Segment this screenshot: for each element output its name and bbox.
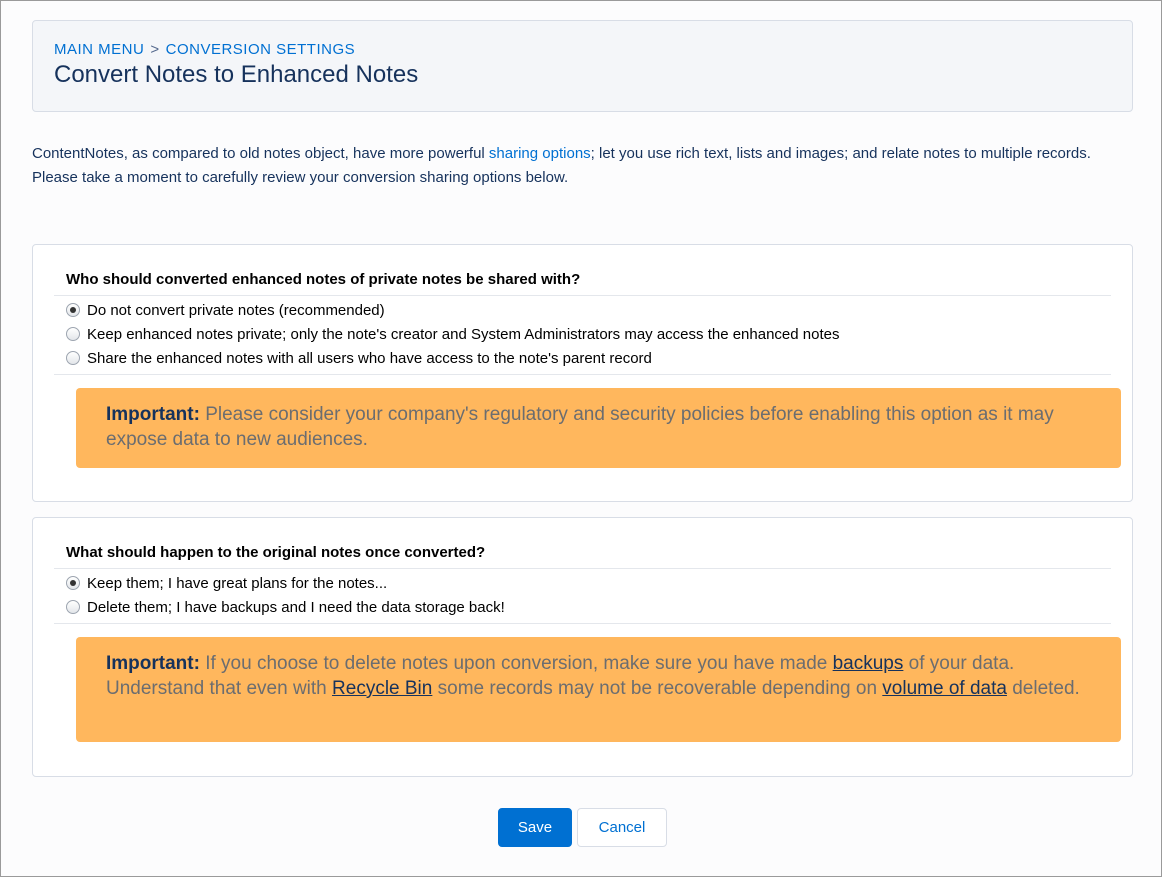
- radio-label: Keep enhanced notes private; only the no…: [87, 325, 840, 343]
- radio-button[interactable]: [66, 351, 80, 365]
- radio-option-keep-private[interactable]: Keep enhanced notes private; only the no…: [66, 322, 839, 346]
- radio-option-do-not-convert[interactable]: Do not convert private notes (recommende…: [66, 298, 839, 322]
- cancel-button[interactable]: Cancel: [577, 808, 667, 847]
- radio-option-delete-them[interactable]: Delete them; I have backups and I need t…: [66, 595, 505, 619]
- section-question: Who should converted enhanced notes of p…: [66, 271, 581, 288]
- original-notes-section: What should happen to the original notes…: [32, 517, 1133, 777]
- divider: [54, 623, 1111, 624]
- volume-of-data-link[interactable]: volume of data: [882, 678, 1007, 699]
- breadcrumb-separator: >: [150, 41, 160, 58]
- divider: [54, 374, 1111, 375]
- breadcrumb-main-menu[interactable]: MAIN MENU: [54, 41, 144, 58]
- radio-button[interactable]: [66, 327, 80, 341]
- radio-label: Share the enhanced notes with all users …: [87, 349, 652, 367]
- breadcrumb-conversion-settings[interactable]: CONVERSION SETTINGS: [166, 41, 356, 58]
- page-header: MAIN MENU > CONVERSION SETTINGS Convert …: [32, 20, 1133, 112]
- radio-button[interactable]: [66, 303, 80, 317]
- intro-line-1: ContentNotes, as compared to old notes o…: [32, 145, 1091, 162]
- radio-button[interactable]: [66, 600, 80, 614]
- radio-group-original-notes: Keep them; I have great plans for the no…: [66, 571, 505, 619]
- radio-option-share-all[interactable]: Share the enhanced notes with all users …: [66, 346, 839, 370]
- sharing-options-link[interactable]: sharing options: [489, 145, 591, 162]
- radio-label: Keep them; I have great plans for the no…: [87, 574, 388, 592]
- section-question: What should happen to the original notes…: [66, 544, 486, 561]
- intro-line-2: Please take a moment to carefully review…: [32, 169, 569, 186]
- breadcrumb: MAIN MENU > CONVERSION SETTINGS: [54, 41, 355, 58]
- divider: [54, 568, 1111, 569]
- private-notes-sharing-section: Who should converted enhanced notes of p…: [32, 244, 1133, 502]
- save-button[interactable]: Save: [498, 808, 572, 847]
- radio-label: Delete them; I have backups and I need t…: [87, 598, 505, 616]
- warning-box: Important: If you choose to delete notes…: [76, 637, 1121, 742]
- intro-text: ContentNotes, as compared to old notes o…: [32, 142, 1122, 190]
- recycle-bin-link[interactable]: Recycle Bin: [332, 678, 432, 699]
- page-frame: MAIN MENU > CONVERSION SETTINGS Convert …: [0, 0, 1162, 877]
- backups-link[interactable]: backups: [833, 653, 904, 674]
- divider: [54, 295, 1111, 296]
- radio-label: Do not convert private notes (recommende…: [87, 301, 385, 319]
- warning-text: Please consider your company's regulator…: [106, 404, 1054, 450]
- radio-group-private-notes: Do not convert private notes (recommende…: [66, 298, 839, 370]
- warning-label: Important:: [106, 653, 200, 674]
- radio-button[interactable]: [66, 576, 80, 590]
- warning-label: Important:: [106, 404, 200, 425]
- warning-box: Important: Please consider your company'…: [76, 388, 1121, 468]
- page-title: Convert Notes to Enhanced Notes: [54, 61, 419, 88]
- radio-option-keep-them[interactable]: Keep them; I have great plans for the no…: [66, 571, 505, 595]
